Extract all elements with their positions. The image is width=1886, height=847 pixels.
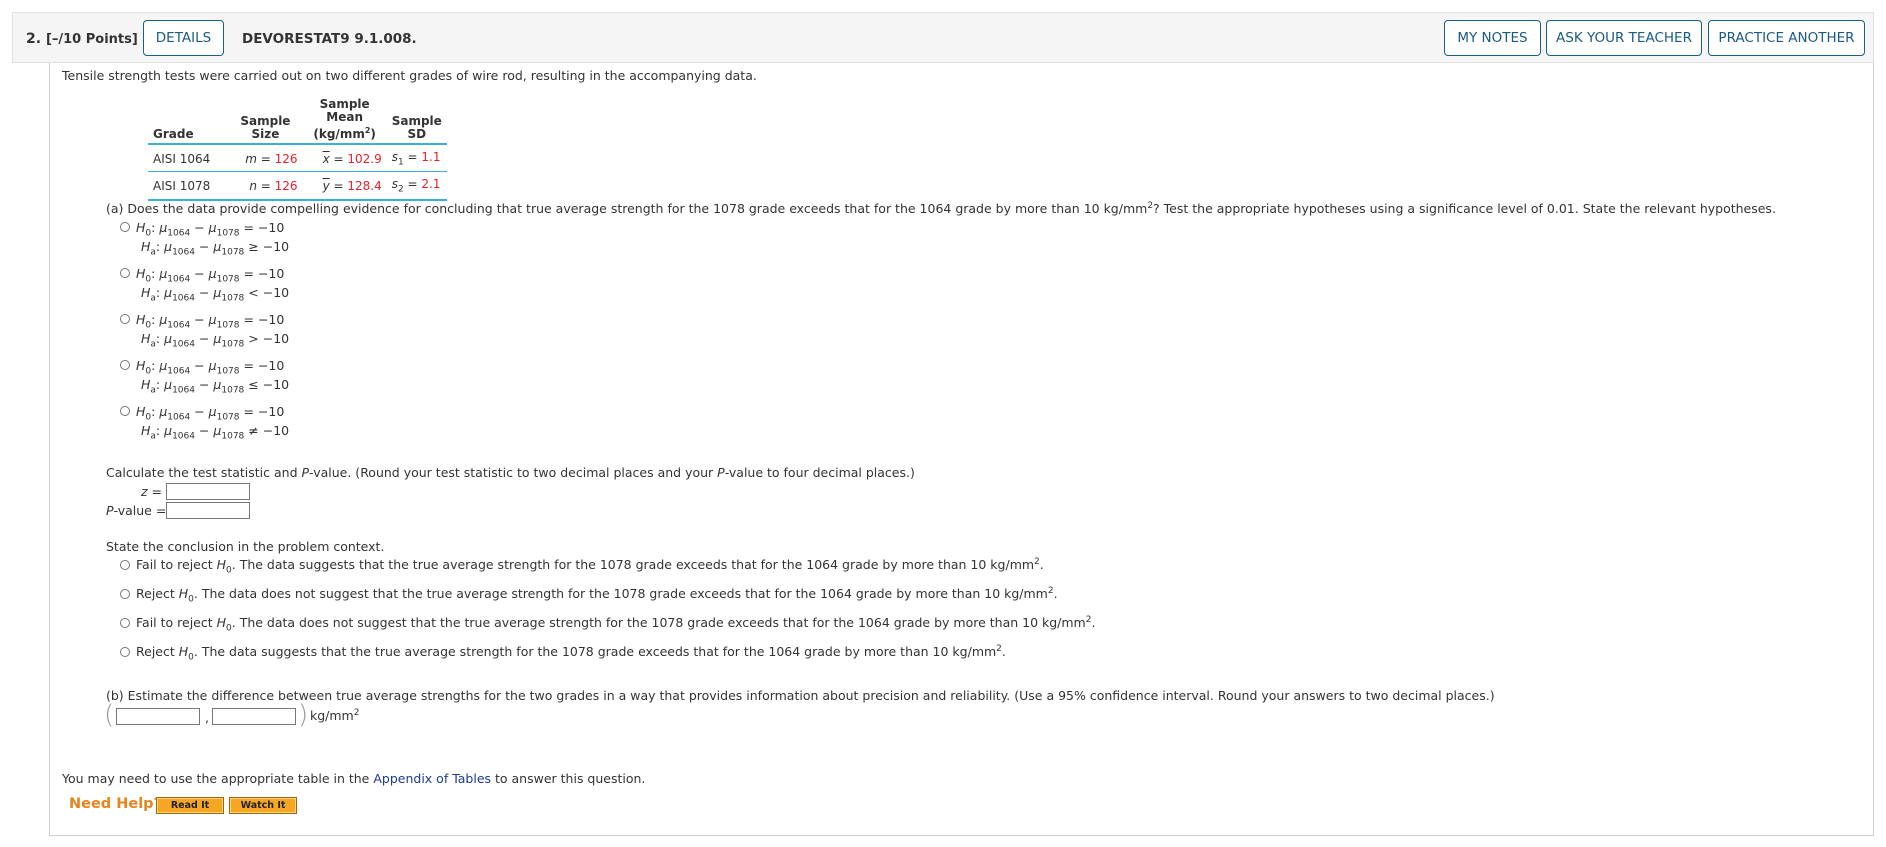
header-mean: Sample Mean (kg/mm2)	[302, 98, 387, 145]
hypothesis-radio[interactable]	[120, 268, 130, 278]
table-row: AISI 1078 n = 126 y = 128.4 s2 = 2.1	[148, 171, 447, 201]
intro-text: Tensile strength tests were carried out …	[62, 68, 757, 83]
table-row: AISI 1064 m = 126 x = 102.9 s1 = 1.1	[148, 144, 447, 173]
appendix-note: You may need to use the appropriate tabl…	[62, 771, 646, 786]
z-input[interactable]	[166, 483, 250, 500]
details-button[interactable]: DETAILS	[143, 20, 224, 56]
ci-comma: ,	[205, 710, 209, 725]
alternative-hypothesis: Ha: μ1064 − μ1078 < −10	[141, 285, 290, 304]
conclusion-prompt: State the conclusion in the problem cont…	[106, 539, 385, 554]
grade-cell: AISI 1078	[148, 171, 216, 201]
conclusion-option-text: Fail to reject H0. The data suggests tha…	[136, 557, 1044, 576]
header-sd: Sample SD	[386, 98, 447, 145]
ci-upper-input[interactable]	[212, 708, 296, 725]
question-number: 2. [–/10 Points]	[26, 31, 138, 47]
conclusion-radio[interactable]	[120, 560, 130, 570]
size-cell: m = 126	[215, 144, 303, 173]
question-id: DEVORESTAT9 9.1.008.	[242, 31, 417, 47]
size-cell: n = 126	[215, 171, 303, 201]
left-paren: (	[104, 700, 115, 730]
grade-cell: AISI 1064	[148, 144, 216, 173]
read-it-button[interactable]: Read It	[156, 797, 224, 814]
my-notes-button[interactable]: MY NOTES	[1444, 20, 1541, 56]
points-label: [–/10 Points]	[45, 32, 138, 47]
mean-cell: y = 128.4	[302, 171, 387, 201]
header-size: Sample Size	[215, 98, 303, 145]
ci-unit: kg/mm2	[310, 708, 360, 724]
part-a-question: (a) Does the data provide compelling evi…	[106, 201, 1776, 217]
alternative-hypothesis: Ha: μ1064 − μ1078 ≠ −10	[141, 423, 290, 442]
watch-it-button[interactable]: Watch It	[229, 797, 297, 814]
z-label: z =	[141, 484, 163, 499]
ci-lower-input[interactable]	[116, 708, 200, 725]
conclusion-radio[interactable]	[120, 589, 130, 599]
alternative-hypothesis: Ha: μ1064 − μ1078 ≤ −10	[141, 377, 290, 396]
mean-cell: x = 102.9	[302, 144, 387, 173]
question-header: 2. [–/10 Points] DETAILS DEVORESTAT9 9.1…	[12, 12, 1874, 63]
ask-your-teacher-button[interactable]: ASK YOUR TEACHER	[1546, 20, 1702, 56]
sd-cell: s2 = 2.1	[386, 171, 447, 201]
conclusion-radio[interactable]	[120, 647, 130, 657]
p-value-label: P-value =	[106, 503, 167, 518]
part-b-question: (b) Estimate the difference between true…	[106, 688, 1495, 703]
null-hypothesis: H0: μ1064 − μ1078 = −10	[136, 404, 285, 423]
null-hypothesis: H0: μ1064 − μ1078 = −10	[136, 220, 285, 239]
conclusion-option-text: Reject H0. The data suggests that the tr…	[136, 644, 1006, 663]
null-hypothesis: H0: μ1064 − μ1078 = −10	[136, 266, 285, 285]
null-hypothesis: H0: μ1064 − μ1078 = −10	[136, 312, 285, 331]
null-hypothesis: H0: μ1064 − μ1078 = −10	[136, 358, 285, 377]
hypothesis-radio[interactable]	[120, 360, 130, 370]
sd-cell: s1 = 1.1	[386, 144, 447, 173]
conclusion-radio[interactable]	[120, 618, 130, 628]
appendix-link[interactable]: Appendix of Tables	[373, 771, 491, 786]
hypothesis-radio[interactable]	[120, 406, 130, 416]
right-paren: )	[298, 700, 309, 730]
table-header-row: Grade Sample Size Sample Mean (kg/mm2) Samp…	[148, 98, 447, 145]
practice-another-button[interactable]: PRACTICE ANOTHER	[1708, 20, 1865, 56]
hypothesis-radio[interactable]	[120, 222, 130, 232]
data-table: Grade Sample Size Sample Mean (kg/mm2) Samp…	[148, 98, 447, 201]
p-value-input[interactable]	[166, 502, 250, 519]
hypothesis-radio[interactable]	[120, 314, 130, 324]
conclusion-option-text: Reject H0. The data does not suggest tha…	[136, 586, 1058, 605]
header-grade: Grade	[148, 98, 216, 145]
conclusion-option-text: Fail to reject H0. The data does not sug…	[136, 615, 1096, 634]
alternative-hypothesis: Ha: μ1064 − μ1078 ≥ −10	[141, 239, 290, 258]
alternative-hypothesis: Ha: μ1064 − μ1078 > −10	[141, 331, 290, 350]
need-help-label: Need Help?	[69, 796, 162, 812]
calc-instruction: Calculate the test statistic and P-value…	[106, 465, 915, 480]
